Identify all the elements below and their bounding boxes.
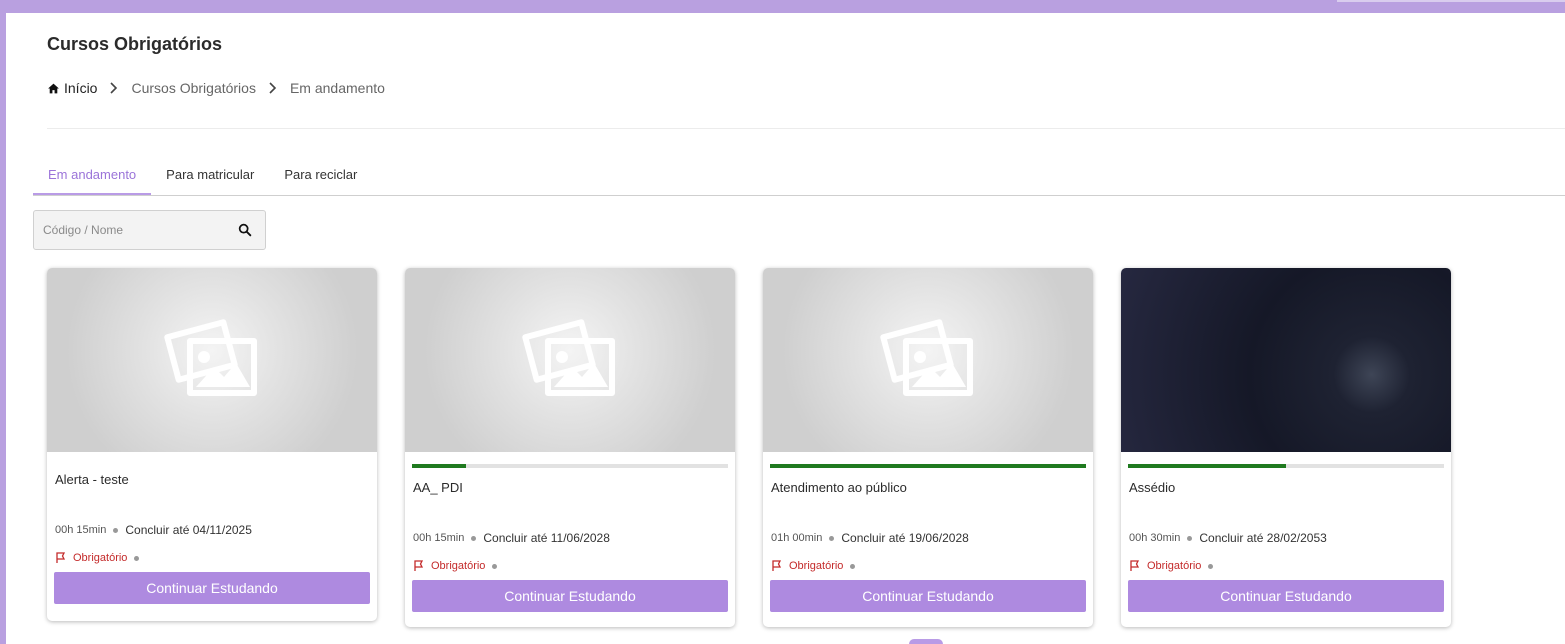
- continue-studying-button[interactable]: Continuar Estudando: [1128, 580, 1444, 612]
- top-bar-notch: [1337, 0, 1565, 2]
- meta-separator-dot: [829, 535, 835, 541]
- course-tag: Obrigatório: [1129, 560, 1443, 572]
- course-image: [763, 268, 1093, 452]
- chevron-right-icon: [268, 82, 278, 94]
- course-image: [47, 268, 377, 452]
- course-title: Atendimento ao público: [771, 480, 907, 495]
- meta-separator-dot: [113, 527, 119, 533]
- course-deadline: Concluir até 19/06/2028: [841, 531, 969, 545]
- chevron-right-icon: [109, 82, 119, 94]
- course-duration: 00h 30min: [1129, 532, 1181, 544]
- course-card: Alerta - teste 00h 15min Concluir até 04…: [47, 268, 377, 621]
- tab-para-reciclar[interactable]: Para reciclar: [269, 160, 372, 195]
- breadcrumb-home-link[interactable]: Início: [47, 80, 97, 96]
- image-placeholder-icon: [164, 319, 257, 396]
- course-duration: 00h 15min: [413, 532, 465, 544]
- flag-icon: [1130, 560, 1140, 571]
- course-image: [405, 268, 735, 452]
- tab-para-matricular[interactable]: Para matricular: [151, 160, 269, 195]
- course-tag: Obrigatório: [771, 560, 1085, 572]
- continue-studying-button[interactable]: Continuar Estudando: [770, 580, 1086, 612]
- search-input[interactable]: [34, 211, 237, 249]
- course-tag-label: Obrigatório: [1147, 560, 1202, 572]
- tab-em-andamento[interactable]: Em andamento: [33, 160, 152, 195]
- course-card: AA_ PDI 00h 15min Concluir até 11/06/202…: [405, 268, 735, 627]
- search-icon[interactable]: [237, 222, 253, 238]
- course-title: AA_ PDI: [413, 480, 463, 495]
- meta-separator-dot: [1187, 535, 1193, 541]
- breadcrumb-item-cursos[interactable]: Cursos Obrigatórios: [131, 80, 256, 96]
- tag-separator-dot: [850, 563, 856, 569]
- course-duration: 00h 15min: [55, 524, 107, 536]
- meta-separator-dot: [471, 535, 477, 541]
- flag-icon: [414, 560, 424, 571]
- header-divider: [47, 128, 1565, 129]
- course-title: Alerta - teste: [55, 472, 129, 487]
- continue-studying-button[interactable]: Continuar Estudando: [412, 580, 728, 612]
- continue-studying-button[interactable]: Continuar Estudando: [54, 572, 370, 604]
- breadcrumb: Início Cursos Obrigatórios Em andamento: [47, 78, 385, 98]
- image-placeholder-icon: [880, 319, 973, 396]
- tag-separator-dot: [1208, 563, 1214, 569]
- course-progress-bar: [412, 464, 728, 468]
- course-tag-label: Obrigatório: [431, 560, 486, 572]
- top-bar: [0, 0, 1565, 13]
- left-strip: [0, 0, 6, 644]
- flag-icon: [772, 560, 782, 571]
- course-meta: 00h 30min Concluir até 28/02/2053: [1129, 531, 1443, 545]
- course-meta: 00h 15min Concluir até 04/11/2025: [55, 523, 369, 537]
- course-deadline: Concluir até 11/06/2028: [483, 531, 610, 545]
- course-tag: Obrigatório: [55, 552, 369, 564]
- course-deadline: Concluir até 04/11/2025: [125, 523, 252, 537]
- breadcrumb-item-current: Em andamento: [289, 80, 385, 96]
- course-tag-label: Obrigatório: [789, 560, 844, 572]
- search-box: [33, 210, 266, 250]
- course-progress-bar: [1128, 464, 1444, 468]
- course-deadline: Concluir até 28/02/2053: [1199, 531, 1327, 545]
- pagination-indicator[interactable]: [909, 639, 943, 644]
- course-progress-bar: [770, 464, 1086, 468]
- course-card: Atendimento ao público 01h 00min Conclui…: [763, 268, 1093, 627]
- course-duration: 01h 00min: [771, 532, 823, 544]
- course-tag-label: Obrigatório: [73, 552, 128, 564]
- course-title: Assédio: [1129, 480, 1176, 495]
- flag-icon: [56, 552, 66, 563]
- tag-separator-dot: [134, 555, 140, 561]
- image-placeholder-icon: [522, 319, 615, 396]
- course-card: Assédio 00h 30min Concluir até 28/02/205…: [1121, 268, 1451, 627]
- course-image: [1121, 268, 1451, 452]
- course-meta: 00h 15min Concluir até 11/06/2028: [413, 531, 727, 545]
- course-meta: 01h 00min Concluir até 19/06/2028: [771, 531, 1085, 545]
- home-icon: [48, 83, 59, 93]
- course-tag: Obrigatório: [413, 560, 727, 572]
- breadcrumb-home-label: Início: [64, 80, 98, 96]
- tag-separator-dot: [492, 563, 498, 569]
- page-title: Cursos Obrigatórios: [47, 34, 223, 54]
- tab-bar: Em andamento Para matricular Para recicl…: [33, 160, 1565, 196]
